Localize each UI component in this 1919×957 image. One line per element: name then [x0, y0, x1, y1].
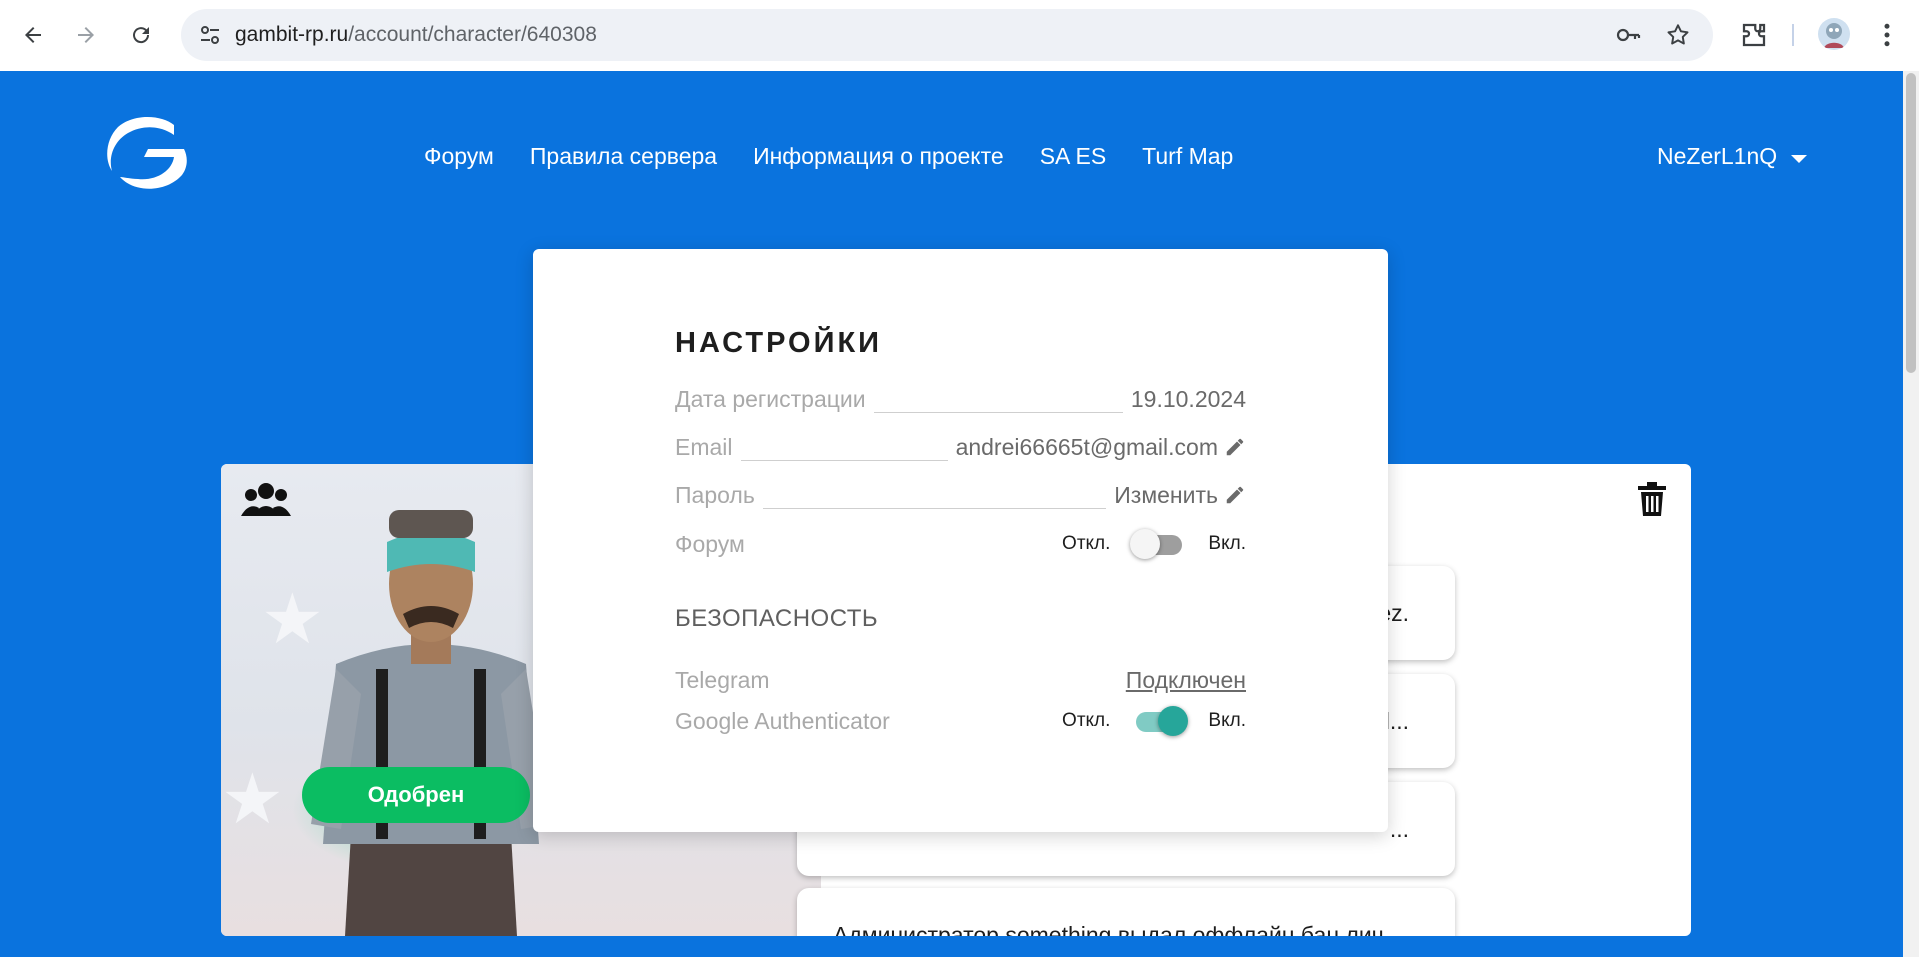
approved-status-badge: Одобрен: [302, 767, 530, 823]
password-row: Пароль Изменить: [675, 478, 1246, 512]
google-auth-on-label: Вкл.: [1208, 710, 1246, 731]
password-label: Пароль: [675, 481, 755, 508]
log-text: l...: [1384, 707, 1409, 734]
toolbar-separator: [1792, 24, 1794, 46]
address-bar[interactable]: gambit-rp.ru/account/character/640308: [181, 9, 1713, 61]
toggle-knob: [1158, 706, 1189, 736]
telegram-label: Telegram: [675, 666, 770, 693]
log-item[interactable]: Администратор something выдал оффлайн ба…: [797, 888, 1455, 936]
nav-server-rules[interactable]: Правила сервера: [530, 143, 717, 170]
nav-project-info[interactable]: Информация о проекте: [753, 143, 1004, 170]
google-auth-label: Google Authenticator: [675, 707, 890, 734]
reload-button[interactable]: [124, 18, 158, 52]
more-menu-icon[interactable]: [1872, 20, 1902, 50]
url-text[interactable]: gambit-rp.ru/account/character/640308: [235, 23, 597, 47]
email-row: Email andrei66665t@gmail.com: [675, 430, 1246, 464]
google-auth-row: Google Authenticator Откл. Вкл.: [675, 704, 1246, 738]
log-text: Администратор something выдал оффлайн ба…: [833, 921, 1403, 937]
password-key-icon[interactable]: [1615, 22, 1641, 48]
log-text: ...: [1389, 815, 1409, 842]
telegram-connected-link[interactable]: Подключен: [1126, 667, 1246, 694]
page-scrollbar[interactable]: [1903, 71, 1919, 957]
site-settings-icon[interactable]: [198, 23, 222, 47]
arrow-right-icon: [78, 27, 94, 43]
profile-avatar[interactable]: [1818, 18, 1850, 50]
reload-icon: [133, 27, 150, 44]
main-navigation: Форум Правила сервера Информация о проек…: [424, 143, 1233, 170]
nav-sa-es[interactable]: SA ES: [1040, 143, 1106, 170]
browser-toolbar: gambit-rp.ru/account/character/640308: [0, 0, 1919, 71]
scrollbar-thumb[interactable]: [1906, 73, 1916, 373]
forum-on-label: Вкл.: [1208, 533, 1246, 554]
arrow-left-icon: [25, 27, 41, 43]
username: NeZerL1nQ: [1657, 143, 1778, 169]
trash-icon[interactable]: [1637, 482, 1667, 516]
telegram-row: Telegram Подключен: [675, 663, 1246, 697]
forward-button[interactable]: [69, 18, 103, 52]
page-content: Форум Правила сервера Информация о проек…: [0, 71, 1903, 957]
change-password-button[interactable]: Изменить: [1114, 482, 1246, 509]
star-decoration: ★: [221, 760, 284, 838]
bookmark-star-icon[interactable]: [1665, 22, 1691, 48]
forum-toggle-group: Откл. Вкл.: [1062, 529, 1246, 559]
dotted-leader: [873, 412, 1123, 413]
google-auth-off-label: Откл.: [1062, 710, 1111, 731]
google-auth-toggle[interactable]: [1132, 706, 1189, 736]
registration-date: 19.10.2024: [1130, 385, 1246, 412]
caret-down-icon: [1791, 154, 1808, 163]
email-label: Email: [675, 433, 733, 460]
settings-title: НАСТРОЙКИ: [675, 327, 883, 359]
profile-picture-icon: [1824, 23, 1844, 48]
registration-label: Дата регистрации: [675, 385, 866, 412]
forum-off-label: Откл.: [1062, 533, 1111, 554]
registration-row: Дата регистрации 19.10.2024: [675, 382, 1246, 416]
forum-row: Форум Откл. Вкл.: [675, 527, 1246, 561]
settings-modal: НАСТРОЙКИ Дата регистрации 19.10.2024 Em…: [533, 249, 1388, 832]
extensions-puzzle-icon[interactable]: [1739, 20, 1769, 50]
edit-pencil-icon[interactable]: [1224, 436, 1246, 458]
email-value-group: andrei66665t@gmail.com: [956, 434, 1246, 461]
url-host: gambit-rp.ru: [235, 23, 349, 46]
nav-turf-map[interactable]: Turf Map: [1142, 143, 1233, 170]
group-users-icon[interactable]: [241, 482, 291, 516]
dotted-leader: [762, 508, 1107, 509]
security-title: БЕЗОПАСНОСТЬ: [675, 605, 879, 632]
email-value: andrei66665t@gmail.com: [955, 433, 1218, 460]
url-path: /account/character/640308: [348, 23, 597, 46]
dotted-leader: [740, 460, 948, 461]
edit-pencil-icon: [1226, 486, 1244, 504]
nav-forum[interactable]: Форум: [424, 143, 494, 170]
user-menu[interactable]: NeZerL1nQ: [1657, 143, 1808, 170]
change-password-label: Изменить: [1114, 481, 1218, 508]
forum-label: Форум: [675, 530, 745, 557]
back-button[interactable]: [16, 18, 50, 52]
gambit-logo-icon[interactable]: [104, 113, 188, 193]
google-auth-toggle-group: Откл. Вкл.: [1062, 706, 1246, 736]
forum-toggle[interactable]: [1130, 529, 1186, 559]
